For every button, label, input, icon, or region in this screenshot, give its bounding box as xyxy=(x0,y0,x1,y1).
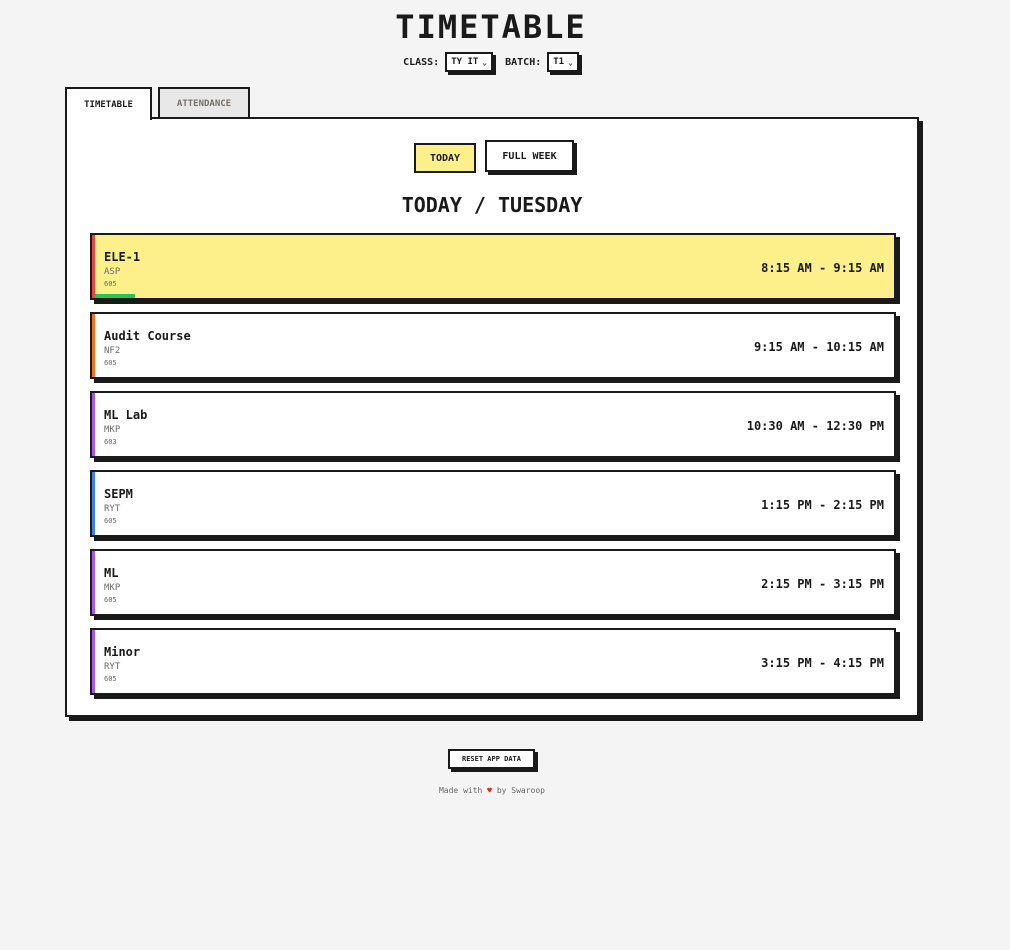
class-accent-bar xyxy=(92,235,95,298)
tab-timetable[interactable]: TIMETABLE xyxy=(65,87,152,120)
day-heading: TODAY / TUESDAY xyxy=(401,193,583,217)
tab-attendance[interactable]: ATTENDANCE xyxy=(158,87,250,118)
chevron-down-icon: ⌄ xyxy=(568,57,573,67)
class-time: 1:15 PM - 2:15 PM xyxy=(761,498,884,512)
class-accent-bar xyxy=(92,551,95,614)
class-label: CLASS: xyxy=(403,56,440,68)
class-time: 10:30 AM - 12:30 PM xyxy=(746,419,884,433)
class-progress-bar xyxy=(95,294,135,298)
class-teacher: ASP xyxy=(104,267,121,277)
class-room: 605 xyxy=(104,596,117,604)
footer-author: by Swaroop xyxy=(496,786,545,795)
class-room: 605 xyxy=(104,675,117,683)
class-card[interactable]: ML MKP 605 2:15 PM - 3:15 PM xyxy=(90,549,896,616)
class-card[interactable]: ML Lab MKP 603 10:30 AM - 12:30 PM xyxy=(90,391,896,458)
class-card[interactable]: Minor RYT 605 3:15 PM - 4:15 PM xyxy=(90,628,896,695)
class-room: 603 xyxy=(104,438,117,446)
class-subject: ELE-1 xyxy=(104,250,141,264)
class-select[interactable]: TY IT ⌄ xyxy=(445,52,494,72)
app-title: TIMETABLE xyxy=(395,8,587,46)
class-time: 9:15 AM - 10:15 AM xyxy=(753,340,884,354)
class-subject: SEPM xyxy=(104,487,133,501)
class-room: 605 xyxy=(104,280,117,288)
class-time: 3:15 PM - 4:15 PM xyxy=(761,656,884,670)
batch-select[interactable]: T1 ⌄ xyxy=(547,52,579,72)
heart-icon: ♥ xyxy=(487,786,492,795)
footer: Made with ♥ by Swaroop xyxy=(0,786,984,795)
class-teacher: MKP xyxy=(104,583,121,593)
class-card[interactable]: SEPM RYT 605 1:15 PM - 2:15 PM xyxy=(90,470,896,537)
class-subject: Minor xyxy=(104,645,141,659)
class-subject: Audit Course xyxy=(104,329,191,343)
class-select-value: TY IT xyxy=(451,57,479,67)
tab-bar: TIMETABLE ATTENDANCE xyxy=(65,87,250,120)
class-accent-bar xyxy=(92,630,95,693)
chevron-down-icon: ⌄ xyxy=(482,57,488,67)
class-teacher: RYT xyxy=(104,662,121,672)
class-subject: ML Lab xyxy=(104,408,148,422)
class-card[interactable]: ELE-1 ASP 605 8:15 AM - 9:15 AM xyxy=(90,233,896,300)
class-time: 2:15 PM - 3:15 PM xyxy=(761,577,884,591)
class-room: 605 xyxy=(104,517,117,525)
class-card[interactable]: Audit Course NF2 605 9:15 AM - 10:15 AM xyxy=(90,312,896,379)
today-button[interactable]: TODAY xyxy=(414,143,476,173)
batch-select-value: T1 xyxy=(553,57,565,67)
class-accent-bar xyxy=(92,472,95,535)
class-teacher: RYT xyxy=(104,504,121,514)
footer-made-with: Made with xyxy=(438,786,483,795)
timetable-panel: TODAY FULL WEEK TODAY / TUESDAY ELE-1 ASP… xyxy=(65,117,919,717)
full-week-button[interactable]: FULL WEEK xyxy=(485,140,574,172)
class-accent-bar xyxy=(92,314,95,377)
class-teacher: MKP xyxy=(104,425,121,435)
class-time: 8:15 AM - 9:15 AM xyxy=(761,261,884,275)
class-room: 605 xyxy=(104,359,117,367)
class-subject: ML xyxy=(104,566,119,580)
batch-label: BATCH: xyxy=(505,56,542,68)
class-accent-bar xyxy=(92,393,95,456)
reset-app-data-button[interactable]: RESET APP DATA xyxy=(448,749,535,769)
selector-bar: CLASS: TY IT ⌄ BATCH: T1 ⌄ xyxy=(0,52,982,72)
class-teacher: NF2 xyxy=(104,346,121,356)
